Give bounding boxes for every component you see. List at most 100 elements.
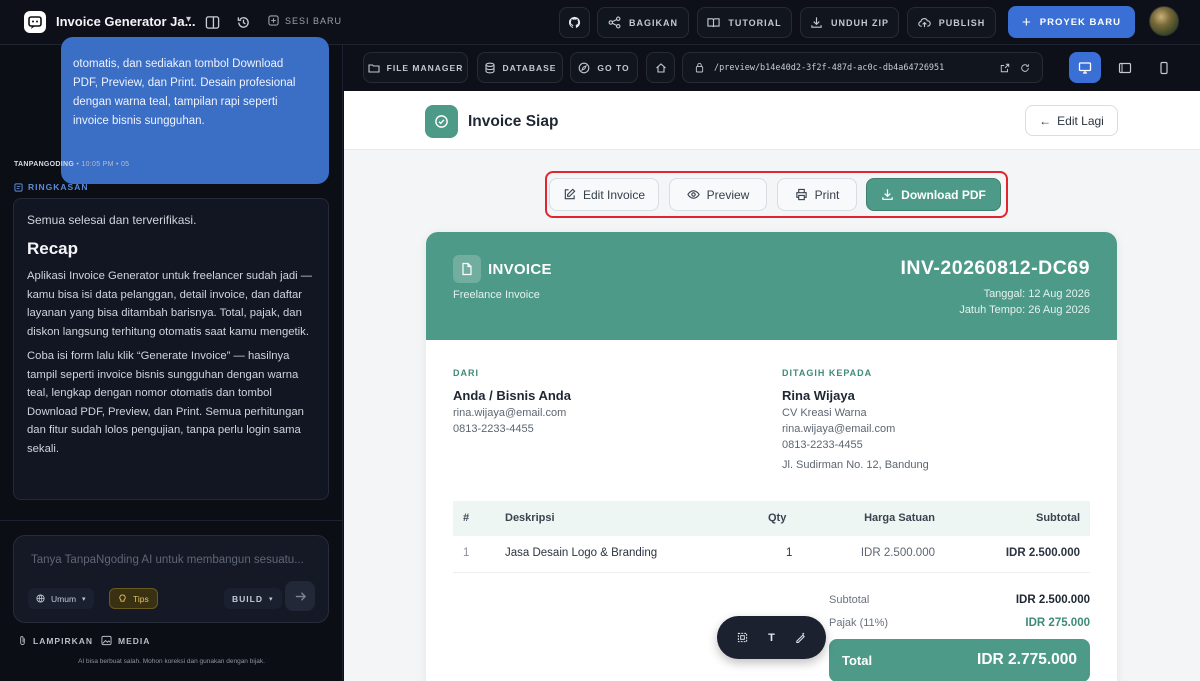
mobile-view-button[interactable] xyxy=(1148,52,1180,83)
external-link-icon[interactable] xyxy=(1000,63,1010,73)
to-label: DITAGIH KEPADA xyxy=(782,368,873,378)
app-logo-icon[interactable] xyxy=(24,11,46,33)
invoice-due-date: Jatuh Tempo: 26 Aug 2026 xyxy=(959,304,1090,316)
preview-toolbar: FILE MANAGER DATABASE GO TO /preview/b14… xyxy=(344,45,1200,91)
download-zip-button[interactable]: UNDUH ZIP xyxy=(800,7,899,38)
lock-icon xyxy=(695,63,704,73)
github-icon xyxy=(568,16,581,28)
message-line: dengan warna teal, tampilan rapi seperti xyxy=(73,96,278,108)
tutorial-button[interactable]: TUTORIAL xyxy=(697,7,792,38)
check-circle-icon xyxy=(425,105,458,138)
home-button[interactable] xyxy=(646,52,675,83)
tax-value: IDR 275.000 xyxy=(1025,617,1090,629)
tutorial-label: TUTORIAL xyxy=(728,17,782,28)
edit-again-label: Edit Lagi xyxy=(1057,113,1104,128)
tips-label: Tips xyxy=(133,593,149,604)
invoice-number: INV-20260812-DC69 xyxy=(900,257,1090,279)
summary-label: RINGKASAN xyxy=(14,182,88,192)
sender-name: TANPANGODING xyxy=(14,161,75,168)
column-header: Harga Satuan xyxy=(864,512,935,524)
chevron-down-icon: ▾ xyxy=(268,595,274,603)
chat-input[interactable]: Tanya TanpaNgoding AI untuk membangun se… xyxy=(31,554,304,566)
edit-again-button[interactable]: ← Edit Lagi xyxy=(1025,105,1118,136)
send-button[interactable] xyxy=(285,581,315,611)
chat-composer[interactable]: Tanya TanpaNgoding AI untuk membangun se… xyxy=(13,535,329,623)
disclaimer: AI bisa berbuat salah. Mohon koreksi dan… xyxy=(78,658,265,665)
share-icon xyxy=(608,16,621,29)
history-icon[interactable] xyxy=(234,13,252,31)
printer-icon xyxy=(795,188,807,201)
sidebar-toggle-icon[interactable] xyxy=(203,13,221,31)
publish-label: PUBLISH xyxy=(938,17,986,28)
goto-button[interactable]: GO TO xyxy=(570,52,638,83)
column-header: Qty xyxy=(768,512,787,524)
download-pdf-label: Download PDF xyxy=(901,187,986,202)
invoice-subtitle: Freelance Invoice xyxy=(453,289,540,301)
divider xyxy=(0,520,343,521)
magic-edit-icon[interactable] xyxy=(795,632,806,643)
attach-label: LAMPIRKAN xyxy=(33,635,93,646)
tips-button[interactable]: Tips xyxy=(109,588,158,609)
share-label: BAGIKAN xyxy=(629,17,678,28)
invoice-label: INVOICE xyxy=(488,261,552,278)
desktop-view-button[interactable] xyxy=(1069,52,1101,83)
database-label: DATABASE xyxy=(502,62,557,73)
build-select[interactable]: BUILD ▾ xyxy=(224,588,282,609)
url-text[interactable]: /preview/b14e40d2-3f2f-487d-ac0c-db4a647… xyxy=(714,63,990,73)
total-value: IDR 2.775.000 xyxy=(977,651,1077,668)
select-element-icon[interactable] xyxy=(737,632,748,643)
edit-invoice-button[interactable]: Edit Invoice xyxy=(549,178,659,211)
plus-square-icon xyxy=(268,15,279,26)
from-label: DARI xyxy=(453,368,479,378)
project-title[interactable]: Invoice Generator Ja... xyxy=(56,14,195,29)
database-icon xyxy=(484,62,495,73)
compass-icon xyxy=(579,62,590,73)
to-name: Rina Wijaya xyxy=(782,388,855,403)
from-phone: 0813-2233-4455 xyxy=(453,423,534,435)
edit-icon xyxy=(564,188,576,200)
tablet-view-button[interactable] xyxy=(1109,52,1141,83)
file-manager-button[interactable]: FILE MANAGER xyxy=(363,52,468,83)
share-button[interactable]: BAGIKAN xyxy=(597,7,689,38)
message-time: • 10:05 PM • 05 xyxy=(76,161,130,168)
refresh-icon[interactable] xyxy=(1020,63,1030,73)
tax-label: Pajak (11%) xyxy=(829,617,889,629)
plus-icon: + xyxy=(1022,13,1032,31)
invoice-date: Tanggal: 12 Aug 2026 xyxy=(983,288,1090,300)
github-button[interactable] xyxy=(559,7,590,38)
attach-button[interactable]: LAMPIRKAN xyxy=(18,635,93,646)
new-session-label: SESI BARU xyxy=(285,15,343,26)
preview-header: Invoice Siap ← Edit Lagi xyxy=(344,91,1200,150)
table-row: 1 Jasa Desain Logo & Branding 1 IDR 2.50… xyxy=(453,536,1090,573)
paperclip-icon xyxy=(20,636,25,645)
column-header: Deskripsi xyxy=(505,512,555,524)
recap-title: Recap xyxy=(27,239,79,258)
new-project-button[interactable]: + PROYEK BARU xyxy=(1008,6,1135,38)
summary-label-text: RINGKASAN xyxy=(28,182,89,192)
new-project-label: PROYEK BARU xyxy=(1039,16,1121,28)
database-button[interactable]: DATABASE xyxy=(477,52,563,83)
new-session-button[interactable]: SESI BARU xyxy=(268,15,342,26)
eye-icon xyxy=(686,190,700,199)
preview-button[interactable]: Preview xyxy=(669,178,767,211)
goto-label: GO TO xyxy=(597,62,630,73)
from-name: Anda / Bisnis Anda xyxy=(453,388,571,403)
tablet-icon xyxy=(1118,62,1132,73)
floating-edit-toolbar: T xyxy=(717,616,826,659)
download-icon xyxy=(811,17,822,28)
invoice-dates: Tanggal: 12 Aug 2026 Jatuh Tempo: 26 Aug… xyxy=(959,286,1090,318)
arrow-left-icon: ← xyxy=(1039,113,1052,128)
chevron-down-icon[interactable]: ▾ xyxy=(186,14,191,25)
publish-button[interactable]: PUBLISH xyxy=(907,7,996,38)
mode-select[interactable]: Umum ▾ xyxy=(28,588,94,609)
row-number: 1 xyxy=(463,547,470,559)
media-button[interactable]: MEDIA xyxy=(101,635,150,646)
message-line: invoice bisnis sungguhan. xyxy=(73,115,205,127)
monitor-icon xyxy=(1078,61,1092,74)
text-tool-icon[interactable]: T xyxy=(768,632,775,644)
avatar[interactable] xyxy=(1149,6,1179,36)
url-bar[interactable]: /preview/b14e40d2-3f2f-487d-ac0c-db4a647… xyxy=(682,52,1043,83)
total-box: Total IDR 2.775.000 xyxy=(829,639,1090,681)
download-pdf-button[interactable]: Download PDF xyxy=(866,178,1001,211)
print-button[interactable]: Print xyxy=(777,178,857,211)
